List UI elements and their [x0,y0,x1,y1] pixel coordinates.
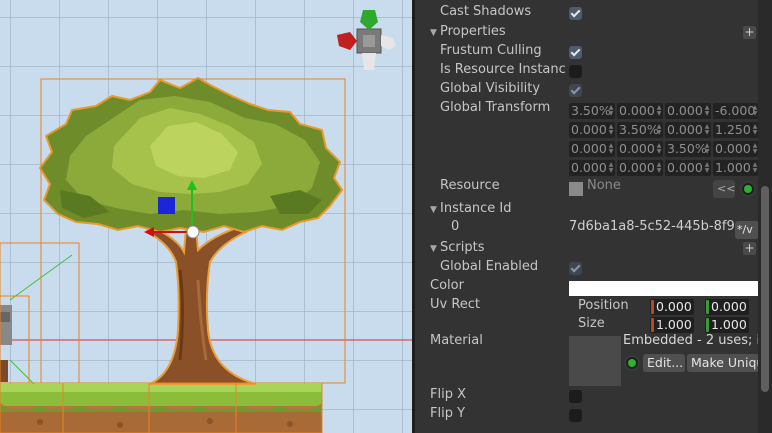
transform-cell[interactable]: 1.250 ▲ ▼ [713,122,759,138]
material-embedded-text: Embedded - 2 uses; id [623,333,759,348]
transform-cell[interactable]: 3.50% ▲ ▼ [569,103,615,119]
color-swatch[interactable] [569,281,759,296]
transform-cell[interactable]: 0.000 ▲ ▼ [569,122,615,138]
flip-y-checkbox[interactable] [569,409,582,422]
transform-cell[interactable]: -6.000 ▲ ▼ [713,103,759,119]
transform-cell[interactable]: 0.000 ▲ ▼ [569,141,615,157]
transform-cell[interactable]: 3.50% ▲ ▼ [617,122,663,138]
frustum-culling-label: Frustum Culling [440,43,542,58]
global-visibility-label: Global Visibility [440,81,541,96]
properties-expand-icon[interactable]: ▼ [430,28,437,38]
scripts-expand-icon[interactable]: ▼ [430,244,437,254]
transform-cell[interactable]: 1.000 ▲ ▼ [713,160,759,176]
resource-value[interactable]: None [587,178,621,193]
transform-cell[interactable]: 0.000 ▲ ▼ [713,141,759,157]
material-edit-button[interactable]: Edit... [643,354,685,372]
transform-cell[interactable]: 0.000 ▲ ▼ [665,103,711,119]
uv-rect-label: Uv Rect [430,297,481,312]
flip-x-checkbox[interactable] [569,390,582,403]
transform-cell[interactable]: 0.000 ▲ ▼ [569,160,615,176]
resource-pick-icon[interactable] [740,181,756,197]
transform-cell[interactable]: 0.000 ▲ ▼ [617,141,663,157]
resource-back-button[interactable]: << [713,180,735,198]
instance-id-header[interactable]: Instance Id [440,201,512,216]
material-pick-icon[interactable] [624,355,640,371]
transform-cell[interactable]: 0.000 ▲ ▼ [617,103,663,119]
uv-position-x[interactable]: 0.000 [650,299,694,315]
small-sprite [0,305,12,382]
global-visibility-checkbox[interactable] [569,84,582,97]
inspector-scrollbar[interactable] [758,0,772,433]
scripts-add-button[interactable]: + [743,242,756,255]
scene-canvas[interactable] [0,0,412,433]
global-enabled-label: Global Enabled [440,259,539,274]
uv-size-y[interactable]: 1.000 [705,317,749,333]
flip-x-label: Flip X [430,387,466,402]
color-label: Color [430,278,464,293]
uv-position-label: Position [578,298,629,313]
instance-id-expand-icon[interactable]: ▼ [430,205,437,215]
cast-shadows-label: Cast Shadows [440,4,532,19]
material-label: Material [430,333,483,348]
instance-id-button[interactable]: */v [735,221,759,239]
transform-cell[interactable]: 0.000 ▲ ▼ [617,160,663,176]
resource-icon [569,182,583,196]
global-transform-label: Global Transform [440,100,551,115]
properties-add-button[interactable]: + [743,26,756,39]
scripts-header[interactable]: Scripts [440,240,484,255]
frustum-culling-checkbox[interactable] [569,46,582,59]
tree-trunk [145,224,257,385]
cast-shadows-checkbox[interactable] [569,7,582,20]
is-resource-instance-label: Is Resource Instance [440,62,565,77]
view-gizmo-icon[interactable] [337,10,396,70]
material-preview[interactable] [569,336,621,386]
uv-position-y[interactable]: 0.000 [705,299,749,315]
resource-label: Resource [440,178,500,193]
properties-header[interactable]: Properties [440,24,506,39]
instance-id-index: 0 [451,219,460,234]
uv-size-x[interactable]: 1.000 [650,317,694,333]
global-enabled-checkbox[interactable] [569,262,582,275]
instance-id-value[interactable]: 7d6ba1a8-5c52-445b-8f91 [569,219,735,234]
is-resource-instance-checkbox[interactable] [569,65,582,78]
inspector-panel: Cast Shadows ▼ Properties + Frustum Cull… [415,0,772,433]
transform-cell[interactable]: 0.000 ▲ ▼ [665,160,711,176]
material-make-unique-button[interactable]: Make Unique [687,354,759,372]
transform-cell[interactable]: 0.000 ▲ ▼ [665,122,711,138]
flip-y-label: Flip Y [430,406,466,421]
ground-sprite [0,384,322,433]
scrollbar-thumb[interactable] [761,186,769,392]
transform-cell[interactable]: 3.50% ▲ ▼ [665,141,711,157]
scene-viewport[interactable] [0,0,412,433]
uv-size-label: Size [578,316,605,331]
